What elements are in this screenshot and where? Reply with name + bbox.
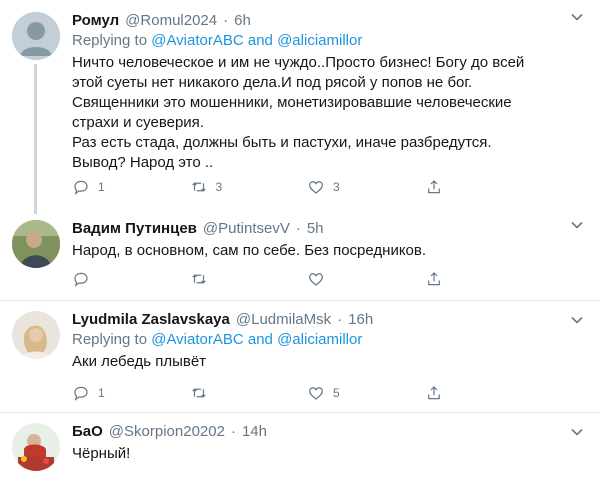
like-count: 5 bbox=[333, 386, 340, 400]
user-photo-icon bbox=[12, 220, 60, 268]
share-button[interactable] bbox=[425, 270, 543, 288]
retweet-count: 3 bbox=[215, 180, 223, 194]
retweet-icon bbox=[191, 388, 206, 398]
tweet-text: Ничто человеческое и им не чуждо..Просто… bbox=[72, 54, 525, 171]
like-icon bbox=[309, 181, 323, 194]
tweet-text: Аки лебедь плывёт bbox=[72, 353, 207, 370]
timestamp[interactable]: 14h bbox=[242, 423, 267, 440]
user-photo-icon bbox=[12, 311, 60, 359]
timestamp[interactable]: 16h bbox=[348, 311, 373, 328]
like-icon bbox=[309, 273, 323, 286]
share-icon bbox=[427, 386, 440, 400]
author-handle[interactable]: @PutintsevV bbox=[203, 220, 290, 237]
chevron-down-icon[interactable] bbox=[570, 425, 584, 439]
like-button[interactable]: 3 bbox=[307, 178, 425, 196]
tweet-bao[interactable]: БаО @Skorpion20202 · 14h Чёрный! bbox=[0, 413, 600, 482]
reply-button[interactable] bbox=[72, 270, 190, 288]
separator-dot: · bbox=[337, 311, 343, 328]
avatar[interactable] bbox=[12, 220, 60, 268]
timestamp[interactable]: 5h bbox=[307, 220, 324, 237]
author-handle[interactable]: @Romul2024 bbox=[125, 12, 217, 29]
separator-dot: · bbox=[223, 12, 229, 29]
mention-link[interactable]: @aliciamillor bbox=[277, 32, 362, 49]
reply-count: 1 bbox=[98, 180, 105, 194]
separator-dot: · bbox=[295, 220, 301, 237]
chevron-down-icon[interactable] bbox=[570, 10, 584, 24]
reply-button[interactable]: 1 bbox=[72, 178, 190, 196]
reply-icon bbox=[74, 386, 88, 401]
replying-to: Replying to @AviatorABC and @aliciamillo… bbox=[72, 32, 586, 49]
mention-link[interactable]: @aliciamillor bbox=[277, 331, 362, 348]
separator-dot: · bbox=[230, 423, 236, 440]
reply-button[interactable]: 1 bbox=[72, 384, 190, 402]
chevron-down-icon[interactable] bbox=[570, 218, 584, 232]
like-count: 3 bbox=[333, 180, 340, 194]
timestamp[interactable]: 6h bbox=[234, 12, 251, 29]
replying-prefix: Replying to bbox=[72, 331, 148, 348]
retweet-icon bbox=[191, 274, 206, 284]
share-button[interactable] bbox=[425, 178, 543, 196]
tweet-text: Чёрный! bbox=[72, 445, 131, 462]
like-icon bbox=[309, 387, 323, 400]
mention-link[interactable]: @AviatorABC bbox=[151, 331, 243, 348]
avatar[interactable] bbox=[12, 12, 60, 60]
author-name[interactable]: Вадим Путинцев bbox=[72, 220, 197, 237]
reply-icon bbox=[74, 180, 88, 195]
retweet-icon bbox=[191, 182, 206, 192]
user-photo-icon bbox=[12, 423, 60, 471]
replying-and: and bbox=[247, 32, 273, 49]
avatar[interactable] bbox=[12, 311, 60, 359]
replying-prefix: Replying to bbox=[72, 32, 148, 49]
like-button[interactable]: 5 bbox=[307, 384, 425, 402]
author-name[interactable]: БаО bbox=[72, 423, 103, 440]
author-handle[interactable]: @Skorpion20202 bbox=[109, 423, 225, 440]
avatar[interactable] bbox=[12, 423, 60, 471]
retweet-button[interactable] bbox=[190, 384, 308, 402]
like-button[interactable] bbox=[307, 270, 425, 288]
retweet-button[interactable]: 3 bbox=[190, 178, 308, 196]
share-icon bbox=[427, 272, 440, 286]
tweet-text: Народ, в основном, сам по себе. Без поср… bbox=[72, 242, 427, 259]
mention-link[interactable]: @AviatorABC bbox=[151, 32, 243, 49]
reply-count: 1 bbox=[98, 386, 105, 400]
reply-icon bbox=[74, 272, 88, 287]
author-handle[interactable]: @LudmilaMsk bbox=[236, 311, 331, 328]
retweet-button[interactable] bbox=[190, 270, 308, 288]
replying-to: Replying to @AviatorABC and @aliciamillo… bbox=[72, 331, 586, 348]
replying-and: and bbox=[247, 331, 273, 348]
default-avatar-icon bbox=[12, 12, 60, 60]
share-button[interactable] bbox=[425, 384, 543, 402]
chevron-down-icon[interactable] bbox=[570, 313, 584, 327]
author-name[interactable]: Lyudmila Zaslavskaya bbox=[72, 311, 230, 328]
author-name[interactable]: Ромул bbox=[72, 12, 119, 29]
share-icon bbox=[427, 180, 440, 194]
